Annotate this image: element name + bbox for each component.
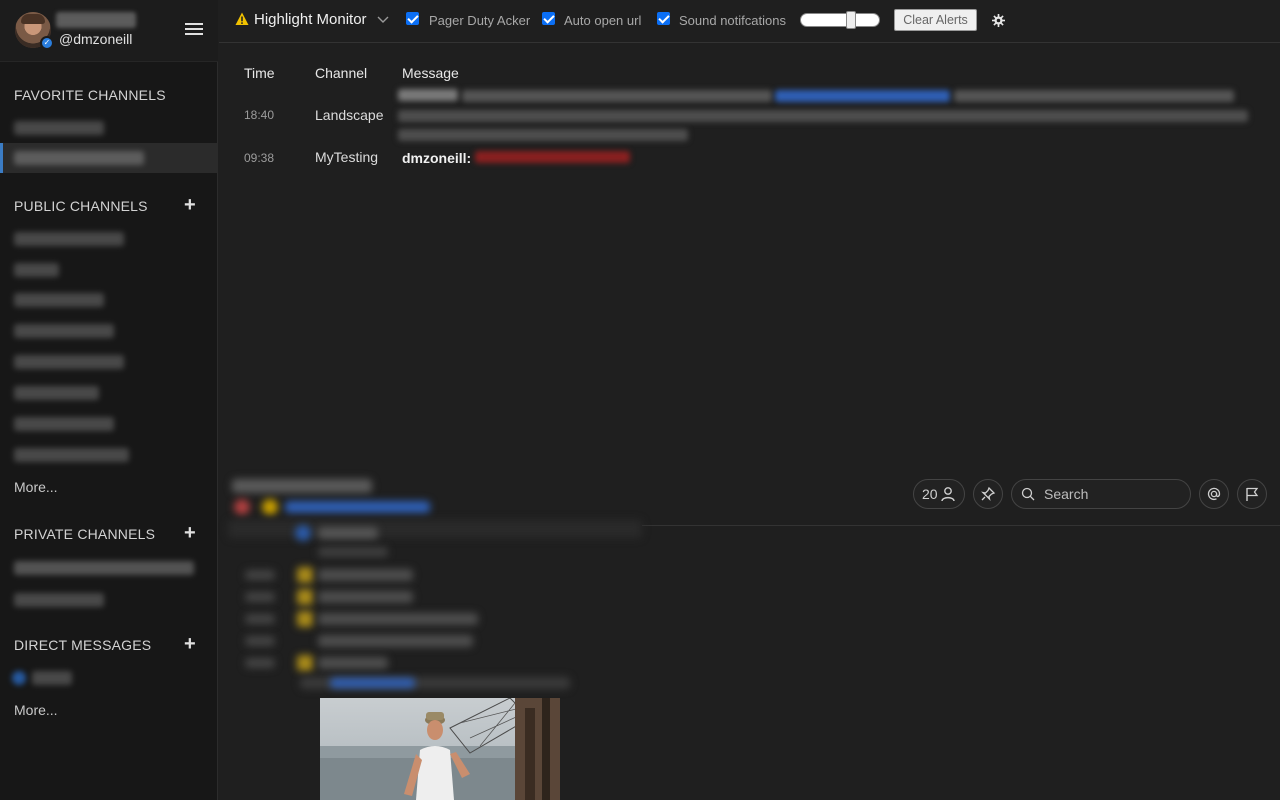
at-mention-icon [1207,487,1221,501]
column-header-message: Message [402,65,459,81]
pager-duty-acker-checkbox[interactable] [406,12,419,25]
sidebar-item-redacted[interactable] [14,448,129,462]
sidebar-item-redacted[interactable] [14,293,104,307]
pin-icon [981,486,996,501]
row-1-channel[interactable]: Landscape [315,107,384,123]
channel-header-divider [642,525,1280,526]
member-count: 20 [922,486,938,502]
volume-slider[interactable] [800,13,880,27]
search-icon [1021,487,1035,501]
sidebar-item-redacted[interactable] [14,561,194,575]
user-icon [941,487,955,502]
row-1-time: 18:40 [244,108,275,122]
verified-badge-icon: ✓ [40,36,54,50]
sidebar-item-redacted[interactable] [14,324,114,338]
gear-icon[interactable] [992,14,1005,27]
public-channels-more-link[interactable]: More... [14,479,58,495]
highlight-monitor-title[interactable]: Highlight Monitor [254,11,367,28]
chevron-down-icon[interactable] [377,16,389,24]
add-public-channel-button[interactable]: + [184,195,196,215]
row-2-message-user: dmzoneill: [402,150,472,166]
sidebar-item-redacted[interactable] [14,151,144,165]
sidebar-item-redacted[interactable] [14,417,114,431]
public-channels-title: PUBLIC CHANNELS [14,198,148,214]
warning-icon [235,12,249,25]
sidebar-item-redacted[interactable] [14,355,124,369]
dm-status-icon [12,671,26,685]
favorite-channels-title: FAVORITE CHANNELS [14,87,166,103]
row-2-channel[interactable]: MyTesting [315,149,378,165]
row-2-message-redacted [475,151,630,163]
fisherman-photo [320,698,560,800]
sound-notifications-checkbox[interactable] [657,12,670,25]
row-2-time: 09:38 [244,151,275,165]
display-name-redacted [56,12,136,28]
username: @dmzoneill [59,31,133,47]
hamburger-menu-icon[interactable] [185,23,205,39]
highlight-monitor-toolbar: Highlight Monitor Pager Duty Acker Auto … [219,0,1280,43]
sidebar-item-redacted[interactable] [14,386,99,400]
private-channels-title: PRIVATE CHANNELS [14,526,156,542]
search-input[interactable] [1011,479,1191,509]
volume-slider-handle[interactable] [846,11,856,29]
column-header-channel: Channel [315,65,368,81]
clear-alerts-button[interactable]: Clear Alerts [894,9,977,31]
sound-notifications-label: Sound notifcations [679,13,786,28]
add-private-channel-button[interactable]: + [184,523,196,543]
add-direct-message-button[interactable]: + [184,634,196,654]
pager-duty-acker-label: Pager Duty Acker [429,13,531,28]
sidebar-header: ✓ @dmzoneill [0,0,218,62]
auto-open-url-checkbox[interactable] [542,12,555,25]
sidebar-item-redacted[interactable] [14,121,104,135]
sidebar-item-redacted[interactable] [32,671,72,685]
sidebar-item-redacted[interactable] [14,263,59,277]
direct-messages-more-link[interactable]: More... [14,702,58,718]
auto-open-url-label: Auto open url [564,13,642,28]
sidebar-item-redacted[interactable] [14,232,124,246]
sidebar: ✓ @dmzoneill FAVORITE CHANNELS PUBLIC CH… [0,0,218,800]
sidebar-item-redacted[interactable] [14,593,104,607]
column-header-time: Time [244,65,275,81]
flag-icon [1246,487,1259,501]
image-attachment[interactable] [320,698,560,800]
direct-messages-title: DIRECT MESSAGES [14,637,152,653]
member-list-button[interactable] [913,479,965,509]
